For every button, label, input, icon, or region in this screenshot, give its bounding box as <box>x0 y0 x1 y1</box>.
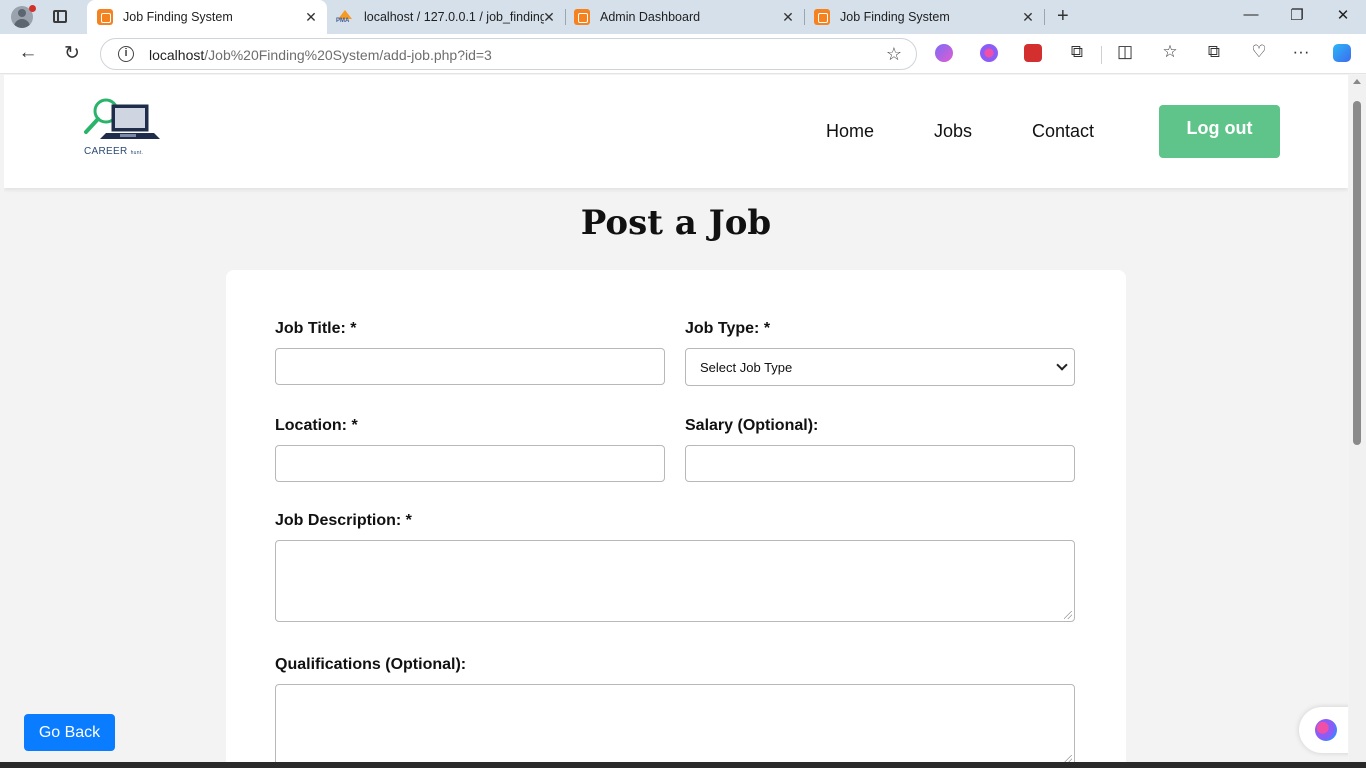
browser-tab-admin-dashboard[interactable]: Admin Dashboard ✕ <box>564 0 804 34</box>
address-bar[interactable]: i localhost/Job%20Finding%20System/add-j… <box>100 38 917 70</box>
refresh-icon[interactable]: ↻ <box>61 42 83 65</box>
qualifications-textarea[interactable] <box>275 684 1075 762</box>
copilot-icon[interactable] <box>1333 44 1351 62</box>
browser-tab-job-finding-system-2[interactable]: Job Finding System ✕ <box>804 0 1044 34</box>
qualifications-label: Qualifications (Optional): <box>275 656 467 673</box>
chevron-down-icon <box>1056 359 1068 371</box>
web-page: CAREER hunt. Home Jobs Contact Log out P… <box>4 75 1348 762</box>
site-header: CAREER hunt. Home Jobs Contact Log out <box>4 75 1348 188</box>
collections-icon[interactable]: ⧉ <box>1203 42 1225 62</box>
new-tab-icon[interactable]: + <box>1057 5 1069 28</box>
job-type-selected-value: Select Job Type <box>700 360 793 375</box>
close-tab-icon[interactable]: ✕ <box>541 9 557 26</box>
nav-contact-link[interactable]: Contact <box>1032 121 1094 142</box>
browser-essentials-icon[interactable]: ♡ <box>1248 42 1270 62</box>
logo-subword: hunt. <box>130 150 144 156</box>
extensions-puzzle-icon[interactable]: ⧉ <box>1066 42 1088 62</box>
notification-dot-icon <box>29 5 36 12</box>
extension-brain-icon[interactable] <box>980 44 998 62</box>
extension-copilot-icon[interactable] <box>935 44 953 62</box>
brain-icon <box>1315 719 1337 741</box>
scroll-up-arrow-icon[interactable] <box>1353 79 1361 84</box>
favorites-icon[interactable]: ☆ <box>1159 42 1181 62</box>
job-title-input[interactable] <box>275 348 665 385</box>
nav-jobs-link[interactable]: Jobs <box>934 121 972 142</box>
split-screen-icon[interactable]: ◫ <box>1114 42 1136 62</box>
location-input[interactable] <box>275 445 665 482</box>
back-arrow-icon[interactable]: ← <box>17 42 39 64</box>
tab-title: Admin Dashboard <box>600 10 701 24</box>
toolbar-separator <box>1101 46 1102 64</box>
salary-input[interactable] <box>685 445 1075 482</box>
phpmyadmin-favicon-icon <box>336 10 354 24</box>
logo-text: CAREER hunt. <box>84 146 143 157</box>
extension-media-icon[interactable] <box>1024 44 1042 62</box>
resize-grip-icon[interactable] <box>1064 755 1072 762</box>
logo-word: CAREER <box>84 146 128 157</box>
restore-icon[interactable]: ❐ <box>1287 6 1307 24</box>
salary-label: Salary (Optional): <box>685 417 819 434</box>
job-type-select[interactable]: Select Job Type <box>685 348 1075 386</box>
xampp-favicon-icon <box>97 9 113 25</box>
xampp-favicon-icon <box>814 9 830 25</box>
close-tab-icon[interactable]: ✕ <box>780 9 796 26</box>
nav-home-link[interactable]: Home <box>826 121 874 142</box>
page-title: Post a Job <box>580 203 772 243</box>
tab-separator <box>1044 9 1045 25</box>
url-host: localhost <box>149 47 205 63</box>
location-label: Location: * <box>275 417 358 434</box>
close-window-icon[interactable]: ✕ <box>1333 6 1353 24</box>
assistant-floating-button[interactable] <box>1299 707 1348 753</box>
more-options-icon[interactable]: ··· <box>1290 42 1312 62</box>
job-description-label: Job Description: * <box>275 512 412 529</box>
tab-title: Job Finding System <box>123 10 233 24</box>
browser-tab-job-finding-system[interactable]: Job Finding System ✕ <box>87 0 327 34</box>
browser-toolbar: ← ↻ i localhost/Job%20Finding%20System/a… <box>0 34 1366 74</box>
url-path: /Job%20Finding%20System/add-job.php?id=3 <box>204 47 492 63</box>
go-back-button[interactable]: Go Back <box>24 714 115 751</box>
xampp-favicon-icon <box>574 9 590 25</box>
site-info-icon[interactable]: i <box>118 46 134 62</box>
page-scrollbar[interactable] <box>1349 75 1366 762</box>
career-hunt-logo[interactable]: CAREER hunt. <box>82 97 164 159</box>
resize-grip-icon[interactable] <box>1064 611 1072 619</box>
favorite-star-icon[interactable]: ☆ <box>886 44 902 65</box>
tab-title: localhost / 127.0.0.1 / job_finding <box>364 10 544 24</box>
minimize-icon[interactable]: — <box>1241 6 1261 23</box>
close-tab-icon[interactable]: ✕ <box>1020 9 1036 26</box>
logout-button[interactable]: Log out <box>1159 105 1280 158</box>
job-description-textarea[interactable] <box>275 540 1075 622</box>
url-text[interactable]: localhost/Job%20Finding%20System/add-job… <box>149 47 492 63</box>
close-tab-icon[interactable]: ✕ <box>303 9 319 26</box>
tab-title: Job Finding System <box>840 10 950 24</box>
tab-actions-icon[interactable] <box>53 10 67 23</box>
browser-tab-bar: Job Finding System ✕ localhost / 127.0.0… <box>0 0 1366 34</box>
post-job-form: Job Title: * Job Type: * Select Job Type… <box>226 270 1126 762</box>
taskbar-edge <box>0 762 1366 768</box>
job-title-label: Job Title: * <box>275 320 357 337</box>
scrollbar-thumb[interactable] <box>1353 101 1361 445</box>
job-type-label: Job Type: * <box>685 320 771 337</box>
browser-tab-phpmyadmin[interactable]: localhost / 127.0.0.1 / job_finding ✕ <box>326 0 565 34</box>
